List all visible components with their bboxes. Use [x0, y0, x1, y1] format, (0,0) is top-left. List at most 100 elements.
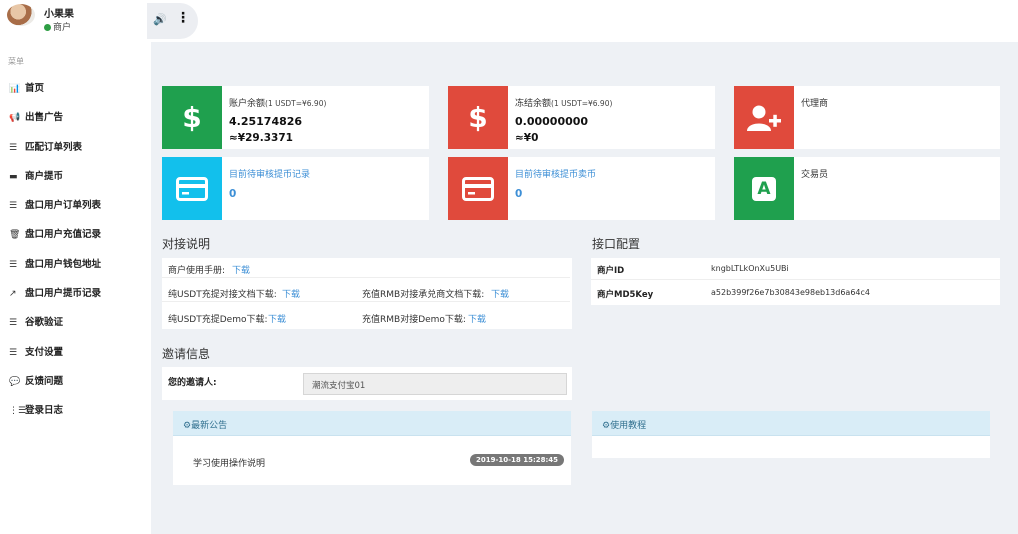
sidebar-item-sell-ads[interactable]: 📢 出售广告 — [0, 103, 151, 132]
notice-item[interactable]: 学习使用操作说明 — [193, 456, 265, 469]
usdt-doc-download-link[interactable]: 下载 — [282, 287, 300, 300]
frozen-balance-card: $ 冻结余额(1 USDT=¥6.90) 0.00000000 ≈¥0 — [448, 86, 715, 149]
speaker-icon[interactable]: 🔊 — [153, 13, 167, 26]
sidebar-item-label: 商户提币 — [25, 170, 64, 182]
doc-row-demos: 纯USDT充提Demo下载: 下载 充值RMB对接Demo下载: 下载 — [162, 307, 570, 327]
account-balance-card: $ 账户余额(1 USDT=¥6.90) 4.25174826 ≈¥29.337… — [162, 86, 429, 149]
account-balance-cny: ≈¥29.3371 — [229, 132, 293, 144]
merchant-id-value: kngbLTLkOnXu5UBi — [711, 264, 789, 273]
notice-header: ⚙最新公告 — [173, 411, 571, 436]
sidebar-menu: 📊 首页 📢 出售广告 ☰ 匹配订单列表 ▬ 商户提币 ☰ 盘口用户订单列表 🗑 盘口用户充… — [0, 74, 151, 426]
rmb-demo-download-link[interactable]: 下载 — [468, 312, 486, 325]
trash-icon: 🗑 — [9, 230, 21, 241]
dollar-icon: $ — [448, 86, 508, 149]
sidebar-item-user-withdrawals[interactable]: ↗ 盘口用户提币记录 — [0, 279, 151, 308]
usdt-demo-download-link[interactable]: 下载 — [268, 312, 286, 325]
list-icon: ☰ — [9, 347, 18, 358]
sidebar-item-google-auth[interactable]: ☰ 谷歌验证 — [0, 308, 151, 337]
sidebar-item-label: 盘口用户提币记录 — [25, 288, 102, 300]
notice-box: ⚙最新公告 学习使用操作说明 2019-10-18 15:28:45 — [173, 411, 571, 485]
usdt-demo-label: 纯USDT充提Demo下载: — [168, 315, 268, 325]
credit-card-icon — [162, 157, 222, 220]
sidebar-item-home[interactable]: 📊 首页 — [0, 74, 151, 103]
inviter-field[interactable]: 潮流支付宝01 — [303, 373, 567, 395]
sidebar-item-label: 谷歌验证 — [25, 317, 64, 329]
sidebar-item-label: 盘口用户充值记录 — [25, 229, 102, 241]
frozen-balance-cny: ≈¥0 — [515, 132, 539, 144]
api-panel: 商户ID kngbLTLkOnXu5UBi 商户MD5Key a52b399f2… — [591, 258, 1000, 305]
sidebar-item-label: 出售广告 — [25, 112, 64, 124]
sidebar-item-label: 首页 — [25, 83, 45, 94]
external-link-icon: ↗ — [9, 289, 17, 300]
pending-sell-card[interactable]: 目前待审核提币卖币 0 — [448, 157, 715, 220]
user-name: 小果果 — [44, 9, 74, 20]
sidebar-item-feedback[interactable]: 💬 反馈问题 — [0, 367, 151, 396]
credit-card-icon: ▬ — [9, 171, 18, 182]
list-icon: ☰ — [9, 318, 18, 329]
user-role: 商户 — [44, 20, 71, 33]
sidebar-item-user-orders[interactable]: ☰ 盘口用户订单列表 — [0, 191, 151, 220]
rmb-doc-label: 充值RMB对接承兑商文档下载: — [362, 290, 485, 300]
api-section-title: 接口配置 — [592, 237, 641, 251]
merchant-id-row: 商户ID kngbLTLkOnXu5UBi — [591, 258, 1000, 280]
pending-withdraw-label[interactable]: 目前待审核提币记录 — [229, 167, 310, 180]
credit-card-icon — [448, 157, 508, 220]
usdt-doc-label: 纯USDT充提对接文档下载: — [168, 290, 277, 300]
frozen-balance-value: 0.00000000 — [515, 115, 589, 128]
tutorial-title: 使用教程 — [610, 421, 647, 431]
doc-row-manual: 商户使用手册: 下载 — [162, 258, 570, 278]
sidebar-item-merchant-withdraw[interactable]: ▬ 商户提币 — [0, 162, 151, 191]
sidebar-item-label: 匹配订单列表 — [25, 141, 83, 153]
pending-withdraw-card[interactable]: 目前待审核提币记录 0 — [162, 157, 429, 220]
sidebar-item-matched-orders[interactable]: ☰ 匹配订单列表 — [0, 133, 151, 162]
online-status-icon — [44, 24, 51, 31]
sidebar-item-label: 支付设置 — [25, 346, 64, 358]
sidebar-item-login-log[interactable]: ⋮☰登录日志 — [0, 396, 151, 425]
rmb-demo-label: 充值RMB对接Demo下载: — [362, 315, 466, 325]
sidebar-item-label: 反馈问题 — [25, 375, 64, 387]
docs-section-title: 对接说明 — [162, 237, 211, 251]
list-icon: ☰ — [9, 201, 18, 212]
doc-row-docs: 纯USDT充提对接文档下载: 下载 充值RMB对接承兑商文档下载: 下载 — [162, 282, 570, 302]
account-balance-value: 4.25174826 — [229, 115, 303, 128]
tutorial-box: ⚙使用教程 — [592, 411, 990, 458]
user-plus-icon — [734, 86, 794, 149]
agent-label: 代理商 — [801, 99, 829, 109]
sidebar-item-user-wallets[interactable]: ☰ 盘口用户钱包地址 — [0, 250, 151, 279]
list-icon: ☰ — [9, 259, 18, 270]
account-balance-label: 账户余额(1 USDT=¥6.90) — [229, 99, 327, 109]
bar-chart-icon: 📊 — [9, 84, 21, 94]
menu-section-label: 菜单 — [8, 57, 24, 66]
sidebar-item-label: 盘口用户订单列表 — [25, 200, 102, 212]
inviter-label: 您的邀请人: — [168, 378, 217, 388]
more-options-icon[interactable]: ⋮ — [176, 10, 190, 26]
sidebar-item-label: 盘口用户钱包地址 — [25, 258, 102, 270]
user-role-text: 商户 — [53, 23, 72, 33]
bullhorn-icon: 📢 — [9, 113, 21, 124]
pending-sell-label[interactable]: 目前待审核提币卖币 — [515, 167, 596, 180]
frozen-balance-label: 冻结余额(1 USDT=¥6.90) — [515, 99, 613, 109]
trader-label: 交易员 — [801, 170, 829, 180]
rmb-doc-download-link[interactable]: 下载 — [491, 287, 509, 300]
user-panel: 小果果 商户 — [0, 0, 151, 40]
cogs-icon: ⚙ — [183, 421, 192, 431]
avatar[interactable] — [7, 4, 35, 26]
sidebar-item-label: 登录日志 — [25, 405, 64, 417]
trader-card[interactable]: A 交易员 — [734, 157, 1000, 220]
manual-download-link[interactable]: 下载 — [232, 263, 250, 276]
list-ol-icon: ⋮☰ — [9, 406, 27, 417]
md5-key-row: 商户MD5Key a52b399f26e7b30843e98eb13d6a64c… — [591, 282, 1000, 304]
tutorial-header: ⚙使用教程 — [592, 411, 990, 436]
md5-key-value: a52b399f26e7b30843e98eb13d6a64c4 — [711, 288, 870, 297]
invite-section-title: 邀请信息 — [162, 347, 211, 361]
docs-panel: 商户使用手册: 下载 纯USDT充提对接文档下载: 下载 充值RMB对接承兑商文… — [162, 258, 572, 329]
merchant-id-label: 商户ID — [597, 266, 625, 276]
sidebar: 小果果 商户 菜单 📊 首页 📢 出售广告 ☰ 匹配订单列表 ▬ 商户提币 ☰ 盘口用户订… — [0, 0, 151, 534]
dollar-icon: $ — [162, 86, 222, 149]
sidebar-item-user-deposits[interactable]: 🗑 盘口用户充值记录 — [0, 220, 151, 249]
trader-logo-icon: A — [734, 157, 794, 220]
sidebar-item-payment-settings[interactable]: ☰ 支付设置 — [0, 338, 151, 367]
cogs-icon: ⚙ — [602, 421, 611, 431]
manual-label: 商户使用手册: — [168, 266, 226, 276]
agent-card[interactable]: 代理商 — [734, 86, 1000, 149]
